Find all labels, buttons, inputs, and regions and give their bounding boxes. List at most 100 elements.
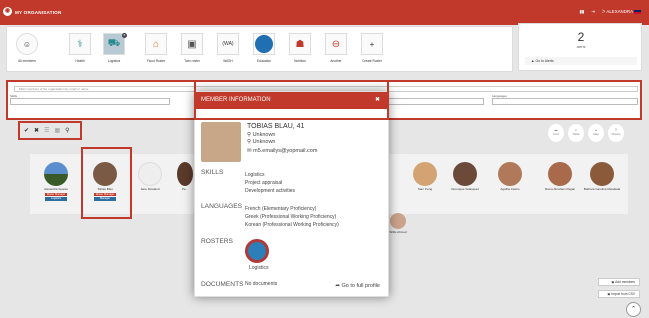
close-icon[interactable]: ✖	[34, 127, 39, 134]
view-table-button[interactable]: ≡ Table	[568, 124, 584, 142]
roster-education[interactable]: Education	[251, 33, 277, 64]
roster-all-members[interactable]: ☺ All members	[14, 33, 40, 64]
avatar	[548, 162, 572, 186]
full-profile-link[interactable]: ➦ Go to full profile	[335, 283, 380, 289]
documents-value: No documents	[245, 281, 278, 287]
language-item: Korean (Professional Working Proficiency…	[245, 222, 339, 228]
list-icon[interactable]: ☰	[44, 127, 49, 134]
roster-badge: 8	[122, 33, 127, 38]
button-label: Import from CSV	[611, 292, 635, 296]
plus-icon: +	[361, 33, 383, 55]
languages-heading: LANGUAGES	[201, 203, 243, 210]
location-text: Unknown	[252, 139, 276, 145]
view-label: Table	[572, 132, 580, 136]
skill-item: Project appraisal	[245, 180, 283, 186]
skills-list: Logistics Project appraisal Development …	[245, 171, 295, 195]
view-sheets-button[interactable]: ☰ Sheets	[608, 124, 624, 142]
roster-wash[interactable]: (WA) WASH	[215, 33, 241, 64]
location-1: ⚲ Unknown	[247, 132, 276, 138]
member-card[interactable]: Alexandra Soares Roster Manager Logistics	[36, 158, 76, 214]
grid-icon[interactable]: ▦	[54, 127, 60, 134]
button-label: Add members	[615, 280, 635, 284]
roster-logistics[interactable]: ⛟ 8 Logistics	[101, 33, 127, 64]
member-name: Agatha Castro	[500, 187, 520, 191]
add-members-button[interactable]: ▣ Add members	[598, 278, 640, 286]
view-switcher: ▬ Grid ≡ Table ▲ Map ☰ Sheets	[548, 124, 624, 142]
skills-field[interactable]	[10, 98, 170, 105]
collapse-icon[interactable]: ✖	[375, 92, 380, 109]
avatar	[498, 162, 522, 186]
member-photo	[201, 122, 241, 162]
avatar	[590, 162, 614, 186]
member-card[interactable]: Barbara Carolina Mavakala	[582, 158, 622, 214]
roster-health[interactable]: ⚕ Health	[67, 33, 93, 64]
location-2: ⚲ Unknown	[247, 139, 276, 145]
avatar	[413, 162, 437, 186]
roster-name: Logistics	[249, 265, 269, 271]
documents-heading: DOCUMENTS	[201, 281, 244, 288]
member-name: Pe...	[181, 187, 189, 191]
logout-icon[interactable]: ⇥	[591, 9, 595, 15]
rosters-panel: ☺ All members ⚕ Health ⛟ 8 Logistics ⌂ Flood …	[6, 26, 513, 72]
skill-item: Logistics	[245, 172, 265, 178]
another-icon: ⊖	[325, 33, 347, 55]
member-card[interactable]: Jane Rowland	[130, 158, 170, 214]
member-name: Jane Rowland	[140, 187, 160, 191]
member-card[interactable]: Willis Ahmed	[388, 213, 408, 235]
flag-icon	[634, 9, 641, 14]
skill-item: Development activities	[245, 188, 296, 194]
link-label: Go to full profile	[341, 283, 380, 289]
member-card[interactable]: Agatha Castro	[490, 158, 530, 214]
middle-field[interactable]	[388, 98, 484, 105]
email-row[interactable]: ✉ m5.emailys@yopmail.com	[247, 148, 317, 154]
roster-label: Twin roster	[184, 59, 200, 63]
view-map-button[interactable]: ▲ Map	[588, 124, 604, 142]
member-name: Roma Abraham Pagan	[544, 187, 576, 191]
wash-icon: (WA)	[217, 33, 239, 55]
modal-header: MEMBER INFORMATION ✖	[195, 92, 388, 109]
check-icon[interactable]: ✔	[24, 127, 29, 134]
app-title: MY ORGANISATION	[15, 10, 62, 15]
rosters-heading: ROSTERS	[201, 238, 233, 245]
modal-title: MEMBER INFORMATION	[201, 97, 271, 103]
alerts-link-label: Go to Alerts	[535, 59, 554, 63]
roster-flood[interactable]: ⌂ Flood Roster	[143, 33, 169, 64]
create-roster-button[interactable]: + Create Roster	[359, 33, 385, 64]
member-card[interactable]: Roma Abraham Pagan	[540, 158, 580, 214]
languages-field[interactable]	[492, 98, 638, 105]
twin-icon: ▣	[181, 33, 203, 55]
roster-label: Nutrition	[294, 59, 306, 63]
roster-avatar[interactable]	[245, 239, 269, 263]
roster-twin[interactable]: ▣ Twin roster	[179, 33, 205, 64]
user-name: ALEXANDRA	[606, 9, 633, 14]
roster-label: Logistics	[107, 59, 121, 63]
flood-icon: ⌂	[145, 33, 167, 55]
roster-another[interactable]: ⊖ Another	[323, 33, 349, 64]
selection-toolbar: ✔ ✖ ☰ ▦ ⚲	[18, 121, 82, 140]
member-name: Sam Irving	[417, 187, 433, 191]
role-badge: Roster Manager	[45, 192, 67, 196]
alerts-panel: 2 alerts ▲ Go to Alerts	[518, 23, 642, 71]
nutrition-icon: ☗	[289, 33, 311, 55]
member-info-modal: MEMBER INFORMATION ✖ TOBIAS BLAU, 41 ⚲ Un…	[194, 91, 389, 297]
member-name: Barbara Carolina Mavakala	[583, 187, 621, 191]
member-card[interactable]: Veronique Velasquez	[445, 158, 485, 214]
view-grid-button[interactable]: ▬ Grid	[548, 124, 564, 142]
avatar	[44, 162, 68, 186]
chart-icon[interactable]: ▮▮	[579, 9, 584, 15]
roster-label: WASH	[223, 59, 233, 63]
member-card[interactable]: Pe...	[175, 158, 195, 214]
roster-nutrition[interactable]: ☗ Nutrition	[287, 33, 313, 64]
top-bar-actions: ▮▮ ⇥ ᐳ ALEXANDRA	[579, 9, 641, 15]
languages-list: French (Elementary Proficiency) Greek (P…	[245, 205, 339, 229]
pin-icon[interactable]: ⚲	[65, 127, 69, 134]
member-card[interactable]: Sam Irving	[405, 158, 445, 214]
scroll-up-button[interactable]: ⌃	[626, 302, 641, 317]
user-menu[interactable]: ᐳ ALEXANDRA	[602, 9, 641, 15]
view-label: Map	[593, 132, 599, 136]
avatar	[390, 213, 406, 229]
health-icon: ⚕	[69, 33, 91, 55]
go-to-alerts-link[interactable]: ▲ Go to Alerts	[525, 57, 637, 65]
import-csv-button[interactable]: ▣ Import from CSV	[598, 290, 640, 298]
member-name: TOBIAS BLAU, 41	[247, 123, 305, 130]
